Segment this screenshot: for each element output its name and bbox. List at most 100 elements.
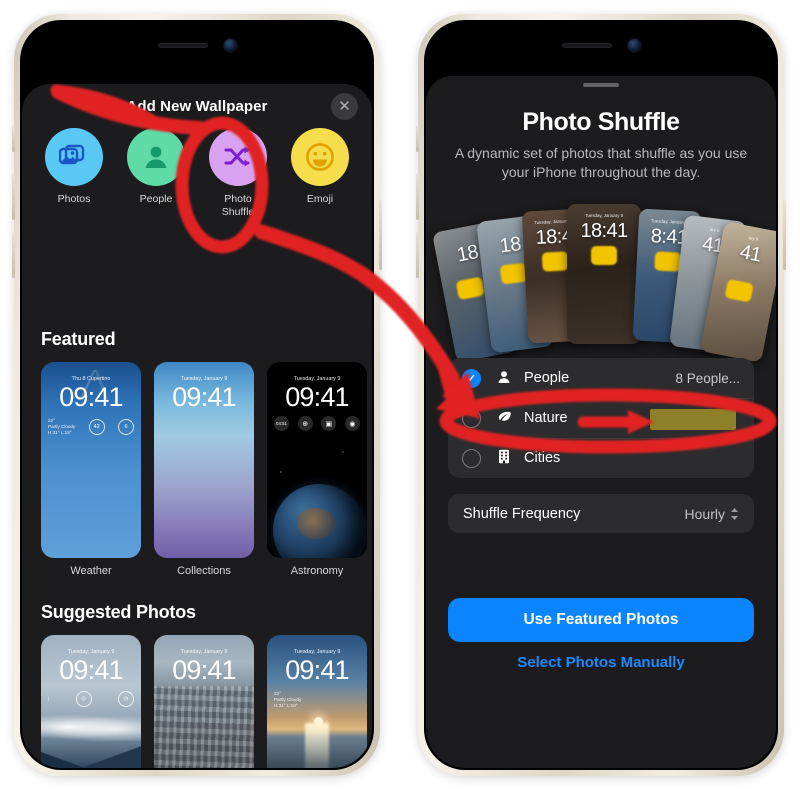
fan-card-date: Tuesday, January 9	[584, 213, 624, 218]
earpiece-speaker-icon	[561, 43, 612, 48]
wallpaper-category-row: Photos People Photo Shuffle Emoji	[22, 128, 372, 219]
leaf-icon	[491, 410, 517, 427]
category-label: Emoji	[306, 193, 334, 205]
right-phone-frame: Photo Shuffle A dynamic set of photos th…	[416, 14, 786, 776]
shuffle-frequency-value: Hourly	[684, 505, 725, 522]
person-icon	[127, 128, 185, 186]
blurred-face	[455, 276, 485, 301]
suggested-photos-row: Tuesday, January 9 09:41 | ◎ ◷ Tuesday, …	[41, 635, 367, 768]
blurred-face	[654, 251, 682, 272]
wallpaper-widget: ◉	[344, 416, 360, 431]
volume-down-button[interactable]	[416, 232, 419, 278]
category-emoji[interactable]: Emoji	[288, 128, 352, 219]
wallpaper-time: 09:41	[285, 382, 349, 412]
radio-selected-icon[interactable]: ✓	[462, 368, 481, 388]
suggested-card-sunset[interactable]: Tuesday, January 9 09:41 22° Partly Clou…	[267, 635, 367, 768]
category-label: Weat	[370, 193, 372, 206]
radio-unselected-icon[interactable]	[462, 408, 481, 428]
suggested-card-city[interactable]: Tuesday, January 9 09:41	[154, 635, 254, 768]
wallpaper-card-collections[interactable]: Tuesday, January 9 09:41 Collections	[154, 362, 254, 577]
category-photos[interactable]: Photos	[42, 128, 106, 219]
chevron-up-down-icon	[730, 507, 739, 521]
wallpaper-widget-circle: ◎	[75, 691, 92, 707]
wallpaper-time: 09:41	[285, 655, 349, 685]
option-label: Cities	[524, 450, 561, 466]
mute-switch[interactable]	[12, 126, 15, 152]
wallpaper-widget-circle: 42	[88, 419, 105, 435]
emoji-icon	[291, 128, 349, 186]
shuffle-frequency-label: Shuffle Frequency	[463, 505, 581, 522]
blurred-face	[541, 251, 569, 272]
close-icon[interactable]: ✕	[331, 93, 358, 120]
shuffle-frequency-value-group[interactable]: Hourly	[685, 506, 739, 522]
featured-wallpaper-row: Thu 8 Cupertino 09:41 22° Partly Cloudy …	[41, 362, 367, 577]
wallpaper-widget: 04:51	[274, 416, 289, 431]
wallpaper-name: Astronomy	[290, 565, 344, 577]
select-photos-manually-link[interactable]: Select Photos Manually	[426, 654, 776, 671]
power-button[interactable]	[783, 200, 786, 270]
photo-fan-preview[interactable]: 18 18 Tuesday, January 9 18:4 Tuesday, J…	[426, 200, 776, 363]
section-title-suggested: Suggested Photos	[41, 602, 196, 622]
photos-icon	[45, 128, 103, 186]
earpiece-speaker-icon	[157, 43, 208, 48]
wallpaper-time: 09:41	[59, 382, 123, 412]
section-title-featured: Featured	[41, 329, 116, 349]
category-weather[interactable]: Weat	[370, 128, 372, 219]
front-camera-icon	[627, 39, 641, 52]
volume-up-button[interactable]	[12, 174, 15, 220]
wallpaper-widget: |	[48, 696, 50, 701]
shuffle-frequency-row[interactable]: Shuffle Frequency Hourly	[448, 494, 754, 533]
wallpaper-time: 09:41	[59, 655, 123, 685]
fan-photo-card: Tuesday, January 9 18:41	[567, 204, 641, 344]
wallpaper-widget: ▣	[321, 416, 337, 431]
wallpaper-time: 09:41	[172, 655, 236, 685]
right-phone-bezel: Photo Shuffle A dynamic set of photos th…	[424, 20, 778, 770]
wallpaper-weather-widget: 22° Partly Cloudy H:31° L:18°	[274, 691, 302, 708]
blurred-face	[591, 246, 617, 265]
fan-card-time: 18:41	[580, 220, 628, 242]
right-phone-screen: Photo Shuffle A dynamic set of photos th…	[426, 22, 776, 768]
wallpaper-name: Collections	[177, 565, 231, 577]
option-row-people[interactable]: ✓ People 8 People...	[448, 358, 754, 398]
front-camera-icon	[223, 39, 237, 52]
category-photo-shuffle[interactable]: Photo Shuffle	[206, 128, 270, 219]
wallpaper-name: Weather	[70, 565, 112, 577]
shuffle-icon	[209, 128, 267, 186]
sheet-title: Add New Wallpaper	[126, 98, 268, 115]
wallpaper-widget-circle: 6	[117, 419, 134, 435]
use-featured-photos-button[interactable]: Use Featured Photos	[448, 598, 754, 642]
person-icon	[491, 370, 517, 387]
wallpaper-card-astronomy[interactable]: Tuesday, January 9 09:41 04:51 ⊕ ▣ ◉ Ast…	[267, 362, 367, 577]
volume-down-button[interactable]	[12, 232, 15, 278]
blurred-face	[724, 278, 754, 303]
radio-unselected-icon[interactable]	[462, 448, 481, 468]
right-phone-notch	[426, 39, 776, 52]
page-subtitle: A dynamic set of photos that shuffle as …	[454, 145, 748, 180]
wallpaper-widget-circle: ◷	[117, 691, 134, 707]
left-phone-screen: Add New Wallpaper ✕ Photos People Photo …	[22, 22, 372, 768]
mute-switch[interactable]	[416, 126, 419, 152]
screenshot-stage: Add New Wallpaper ✕ Photos People Photo …	[0, 0, 800, 789]
option-label: Nature	[524, 410, 568, 426]
building-icon	[491, 449, 517, 467]
suggested-card-mountain[interactable]: Tuesday, January 9 09:41 | ◎ ◷	[41, 635, 141, 768]
volume-up-button[interactable]	[416, 174, 419, 220]
category-label: Photo Shuffle	[221, 193, 255, 218]
sheet-grabber[interactable]	[583, 83, 619, 87]
sun-icon	[314, 717, 323, 727]
category-people[interactable]: People	[124, 128, 188, 219]
option-value: 8 People...	[675, 370, 740, 386]
wallpaper-time: 09:41	[172, 382, 236, 412]
option-row-cities[interactable]: Cities	[448, 438, 754, 478]
wallpaper-card-weather[interactable]: Thu 8 Cupertino 09:41 22° Partly Cloudy …	[41, 362, 141, 577]
add-new-wallpaper-sheet: Add New Wallpaper ✕ Photos People Photo …	[22, 84, 372, 768]
page-title: Photo Shuffle	[522, 108, 680, 136]
left-phone-frame: Add New Wallpaper ✕ Photos People Photo …	[12, 14, 382, 776]
category-label: People	[139, 193, 173, 205]
left-phone-notch	[22, 39, 372, 52]
wallpaper-weather-widget: 22° Partly Cloudy H:31° L:18°	[48, 418, 76, 435]
category-label: Photos	[57, 193, 91, 205]
wallpaper-widget: ⊕	[297, 416, 313, 431]
power-button[interactable]	[379, 200, 382, 270]
left-phone-bezel: Add New Wallpaper ✕ Photos People Photo …	[20, 20, 374, 770]
